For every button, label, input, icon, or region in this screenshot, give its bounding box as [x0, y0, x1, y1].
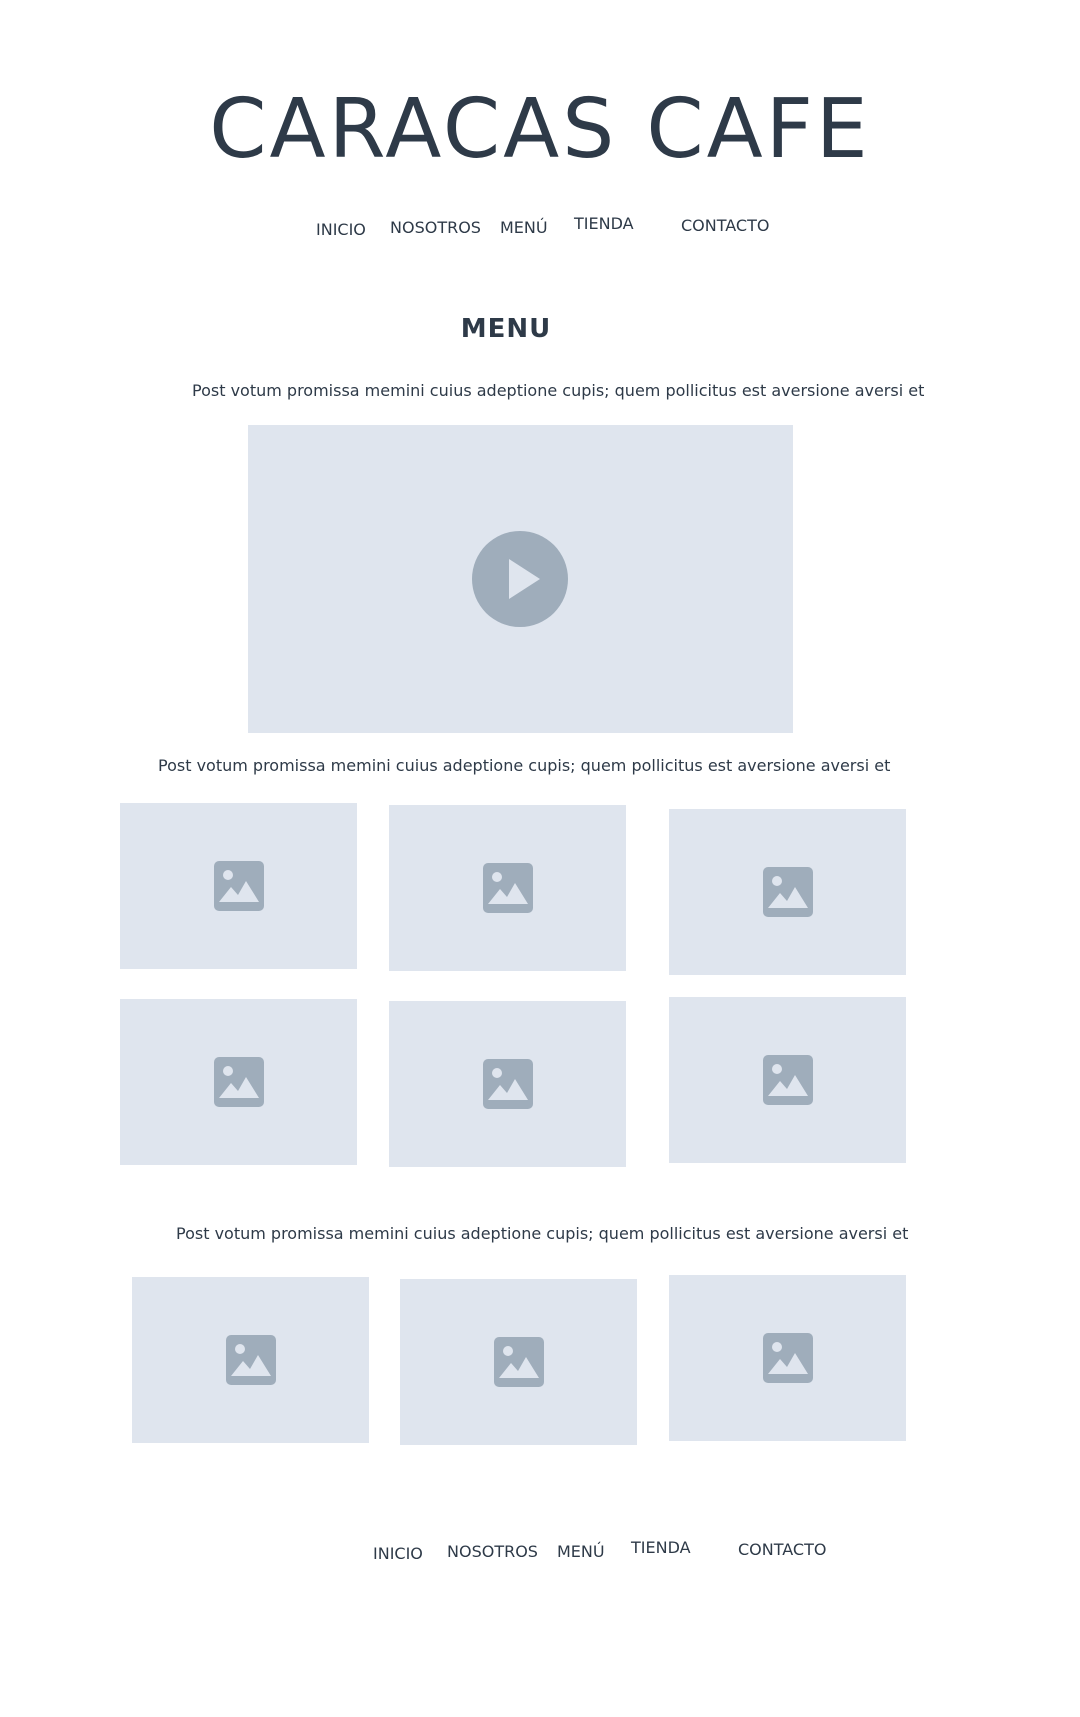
section-heading: MENU: [460, 314, 552, 344]
gallery-image: [669, 997, 906, 1163]
footer-nav-link-tienda[interactable]: TIENDA: [631, 1538, 691, 1558]
gallery-image: [120, 803, 357, 969]
gallery-image: [389, 1001, 626, 1167]
image-placeholder-icon: [763, 867, 813, 917]
site-title: CARACAS CAFE: [209, 82, 871, 177]
nav-link-tienda[interactable]: TIENDA: [574, 214, 634, 234]
footer-nav-link-nosotros[interactable]: NOSOTROS: [447, 1542, 538, 1562]
image-placeholder-icon: [763, 1055, 813, 1105]
second-gallery-paragraph: Post votum promissa memini cuius adeptio…: [176, 1224, 909, 1243]
image-placeholder-icon: [226, 1335, 276, 1385]
gallery-image: [120, 999, 357, 1165]
play-icon: [509, 559, 540, 599]
footer-nav-link-contacto[interactable]: CONTACTO: [738, 1540, 826, 1560]
image-placeholder-icon: [494, 1337, 544, 1387]
video-player[interactable]: [248, 425, 793, 733]
gallery-intro-paragraph: Post votum promissa memini cuius adeptio…: [158, 756, 891, 775]
nav-link-inicio[interactable]: INICIO: [316, 220, 366, 240]
image-placeholder-icon: [483, 863, 533, 913]
image-placeholder-icon: [214, 1057, 264, 1107]
gallery-image: [400, 1279, 637, 1445]
play-button[interactable]: [472, 531, 568, 627]
footer-nav-link-inicio[interactable]: INICIO: [373, 1544, 423, 1564]
footer-nav-link-menu[interactable]: MENÚ: [557, 1542, 605, 1562]
nav-link-contacto[interactable]: CONTACTO: [681, 216, 769, 236]
image-placeholder-icon: [483, 1059, 533, 1109]
gallery-image: [669, 809, 906, 975]
image-placeholder-icon: [214, 861, 264, 911]
nav-link-menu[interactable]: MENÚ: [500, 218, 548, 238]
gallery-image: [132, 1277, 369, 1443]
gallery-image: [669, 1275, 906, 1441]
image-placeholder-icon: [763, 1333, 813, 1383]
nav-link-nosotros[interactable]: NOSOTROS: [390, 218, 481, 238]
intro-paragraph: Post votum promissa memini cuius adeptio…: [192, 381, 925, 400]
gallery-image: [389, 805, 626, 971]
